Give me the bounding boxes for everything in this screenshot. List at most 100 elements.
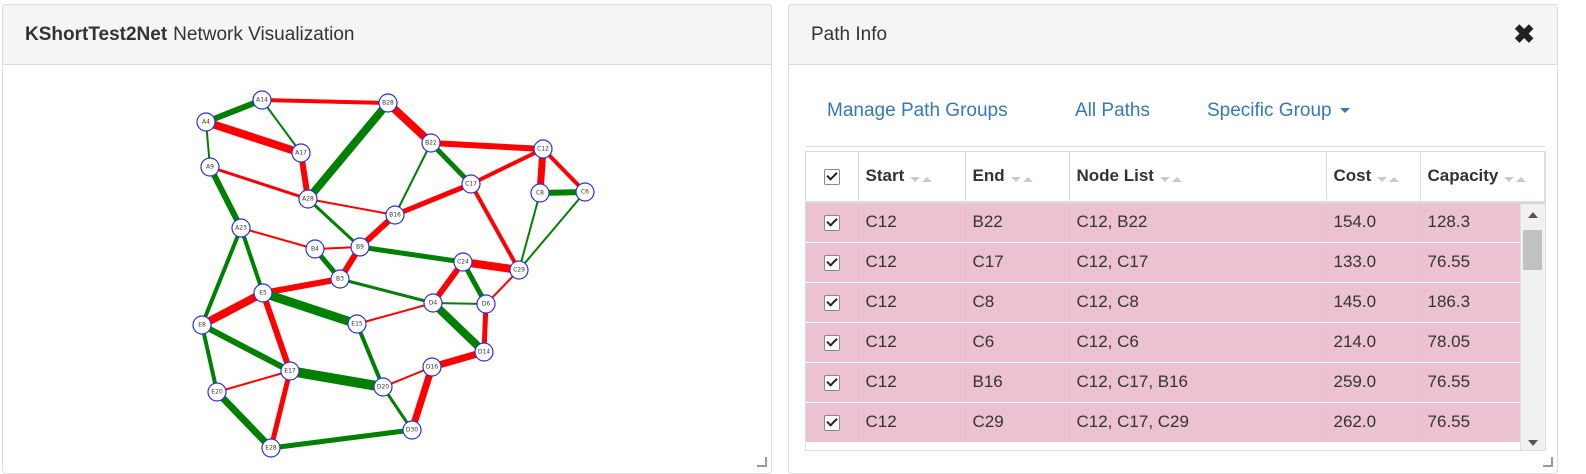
network-node-B3[interactable]: B3 [330, 269, 350, 289]
network-node-D16[interactable]: D16 [422, 357, 442, 377]
cell-node-list: C12, C6 [1069, 322, 1327, 363]
table-row[interactable]: C12 C8 C12, C8 145.0 186.3 [806, 282, 1545, 323]
tab-manage-path-groups[interactable]: Manage Path Groups [827, 100, 1008, 122]
resize-handle[interactable] [1543, 457, 1553, 467]
network-edge-B3-E5[interactable] [262, 276, 341, 296]
column-header-end[interactable]: End [965, 152, 1070, 203]
cell-cost: 262.0 [1326, 402, 1421, 443]
scroll-down-icon[interactable] [1528, 440, 1538, 446]
network-edge-B3-D4[interactable] [339, 277, 434, 305]
network-node-E8[interactable]: E8 [192, 315, 212, 335]
row-checkbox[interactable] [823, 254, 840, 271]
network-edge-B16-C17[interactable] [394, 181, 472, 218]
network-node-D4[interactable]: D4 [423, 293, 443, 313]
network-graph[interactable]: A14 B28 A4 B22 A17 C12 A9 C17 C8 C6 A28 B16 A23 B4 B9 C… [3, 65, 771, 474]
network-edge-E20-E28[interactable] [214, 389, 274, 451]
network-node-C12[interactable]: C12 [533, 139, 553, 159]
network-node-E20[interactable]: E20 [207, 382, 227, 402]
cell-end: C6 [965, 322, 1070, 363]
node-label: C8 [536, 190, 544, 197]
scroll-thumb[interactable] [1523, 230, 1542, 270]
network-edge-A4-A17[interactable] [204, 118, 303, 157]
node-label: C29 [513, 267, 525, 274]
network-edge-E17-E28[interactable] [268, 370, 293, 449]
row-checkbox[interactable] [823, 294, 840, 311]
table-row[interactable]: C12 C6 C12, C6 214.0 78.05 [806, 322, 1545, 363]
tab-all-paths[interactable]: All Paths [1075, 100, 1150, 122]
table-row[interactable]: C12 C17 C12, C17 133.0 76.55 [806, 242, 1545, 283]
cell-cost: 145.0 [1326, 282, 1421, 323]
node-label: D6 [482, 301, 491, 308]
network-edge-B9-C24[interactable] [359, 244, 464, 265]
column-header-start[interactable]: Start [858, 152, 966, 203]
network-node-B9[interactable]: B9 [350, 237, 370, 257]
cell-node-list: C12, C8 [1069, 282, 1327, 323]
network-edge-C12-C17[interactable] [470, 147, 544, 186]
close-icon[interactable]: ✖ [1513, 19, 1535, 49]
table-row[interactable]: C12 B22 C12, B22 154.0 128.3 [806, 202, 1545, 243]
network-node-D20[interactable]: D20 [373, 377, 393, 397]
network-edge-E28-D30[interactable] [270, 427, 413, 451]
network-node-C24[interactable]: C24 [453, 252, 473, 272]
node-label: A14 [256, 97, 268, 104]
tab-specific-group[interactable]: Specific Group [1207, 100, 1350, 122]
network-edge-A23-E5[interactable] [239, 227, 265, 294]
network-edge-B22-C12[interactable] [430, 140, 544, 152]
node-label: E28 [265, 445, 277, 452]
network-edge-E5-E15[interactable] [261, 288, 359, 329]
row-checkbox[interactable] [823, 334, 840, 351]
network-node-C17[interactable]: C17 [461, 174, 481, 194]
network-node-B16[interactable]: B16 [385, 205, 405, 225]
column-header-node-list[interactable]: Node List [1069, 152, 1327, 203]
network-edge-A14-B28[interactable] [261, 98, 389, 105]
scroll-up-icon[interactable] [1528, 212, 1538, 218]
network-edge-D16-D30[interactable] [408, 365, 436, 432]
select-all-checkbox[interactable] [823, 169, 840, 186]
network-node-C29[interactable]: C29 [509, 260, 529, 280]
network-node-E28[interactable]: E28 [261, 438, 281, 458]
path-info-panel: Path Info ✖ Manage Path Groups All Paths… [788, 4, 1558, 474]
node-label: D14 [478, 349, 490, 356]
network-edge-E8-E20[interactable] [200, 324, 219, 393]
network-node-A4[interactable]: A4 [196, 112, 216, 132]
resize-handle[interactable] [757, 457, 767, 467]
network-node-A17[interactable]: A17 [291, 143, 311, 163]
network-edge-B28-A28[interactable] [304, 100, 392, 202]
network-node-B22[interactable]: B22 [421, 133, 441, 153]
table-row[interactable]: C12 B16 C12, C17, B16 259.0 76.55 [806, 362, 1545, 403]
network-node-E17[interactable]: E17 [280, 361, 300, 381]
row-select-cell [806, 202, 859, 243]
node-label: E20 [211, 389, 223, 396]
row-select-cell [806, 402, 859, 443]
column-header-cost[interactable]: Cost [1326, 152, 1421, 203]
network-node-C6[interactable]: C6 [575, 182, 595, 202]
network-edge-E17-D20[interactable] [289, 366, 384, 392]
network-edge-E17-E20[interactable] [216, 370, 291, 393]
row-select-cell [806, 282, 859, 323]
network-node-B28[interactable]: B28 [378, 93, 398, 113]
row-checkbox[interactable] [823, 214, 840, 231]
column-header-capacity[interactable]: Capacity [1420, 152, 1545, 203]
table-scrollbar[interactable] [1520, 204, 1545, 450]
table-row[interactable]: C12 C29 C12, C17, C29 262.0 76.55 [806, 402, 1545, 443]
network-edge-A23-B4[interactable] [240, 227, 316, 250]
column-label: Node List [1076, 166, 1154, 186]
network-node-A9[interactable]: A9 [200, 157, 220, 177]
network-node-A28[interactable]: A28 [298, 189, 318, 209]
network-edge-E15-D4[interactable] [356, 302, 434, 325]
sort-icon [1010, 167, 1033, 187]
network-node-A23[interactable]: A23 [231, 218, 251, 238]
network-node-D14[interactable]: D14 [474, 342, 494, 362]
network-node-D6[interactable]: D6 [476, 294, 496, 314]
network-edge-D4-D14[interactable] [430, 300, 487, 355]
network-edge-C17-C29[interactable] [469, 183, 521, 271]
network-node-B4[interactable]: B4 [305, 239, 325, 259]
network-node-D30[interactable]: D30 [402, 420, 422, 440]
network-node-E15[interactable]: E15 [347, 314, 367, 334]
network-node-E5[interactable]: E5 [253, 283, 273, 303]
network-node-A14[interactable]: A14 [252, 90, 272, 110]
network-node-C8[interactable]: C8 [530, 183, 550, 203]
row-checkbox[interactable] [823, 414, 840, 431]
row-checkbox[interactable] [823, 374, 840, 391]
network-edge-E15-D20[interactable] [355, 323, 385, 388]
